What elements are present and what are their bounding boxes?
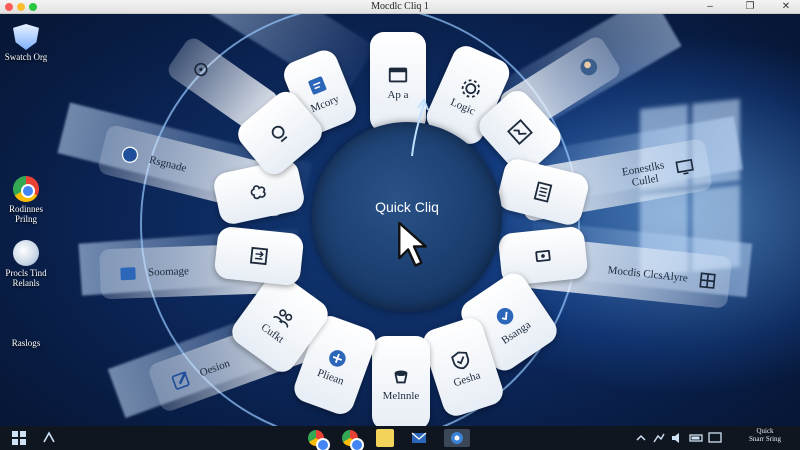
shield-check-icon: [450, 351, 469, 369]
tray-text: Quick Snarr Sring: [748, 427, 782, 443]
plus-badge-icon: [329, 349, 346, 367]
display-icon: [535, 249, 551, 263]
quickcliq-app-icon: [451, 432, 463, 444]
search-icon: [271, 125, 288, 143]
shield-icon: [13, 24, 39, 50]
swap-icon: [249, 246, 269, 266]
chrome-icon: [13, 176, 39, 202]
globe-icon: [13, 240, 39, 266]
window-titlebar: Mocdlc Cliq 1 – ❐ ✕: [0, 0, 800, 14]
taskbar-chrome-icon[interactable]: [308, 430, 330, 450]
cup-icon: [394, 370, 408, 383]
start-icon[interactable]: [10, 429, 28, 447]
tray-network-icon[interactable]: [650, 429, 668, 447]
settings-face-icon: [194, 62, 208, 77]
user-icon: [580, 58, 598, 76]
taskbar-chrome-icon[interactable]: [342, 430, 364, 450]
grid-icon: [699, 272, 716, 289]
globe-icon: [121, 146, 139, 163]
window-title: Mocdlc Cliq 1: [371, 1, 429, 12]
taskbar: Quick Snarr Sring: [0, 426, 800, 450]
mouse-cursor-icon: [398, 221, 427, 267]
restore-icon[interactable]: ❐: [740, 0, 760, 14]
menu-item-melnnle[interactable]: Melnnle: [372, 336, 430, 426]
taskbar-files-icon[interactable]: [376, 429, 394, 447]
desktop-icon-procls[interactable]: Procls Tind Relanls: [0, 240, 56, 288]
list-icon: [533, 181, 553, 203]
pointer-arrow-icon: [411, 98, 429, 157]
tray-volume-icon[interactable]: [668, 429, 686, 447]
close-icon[interactable]: ✕: [776, 0, 796, 14]
tray-chevron-icon[interactable]: [632, 429, 650, 447]
desktop-icon-swatch[interactable]: Swatch Org: [0, 24, 56, 62]
app-window-icon: [388, 67, 408, 82]
desktop: Swatch Org Rodinnes Prilng Procls Tind R…: [0, 14, 800, 426]
menu-item-swap[interactable]: [213, 225, 305, 287]
edit-icon: [171, 371, 190, 390]
taskbar-quickcliq-icon[interactable]: [444, 429, 470, 447]
monitor-icon: [675, 158, 694, 175]
tray-battery-icon[interactable]: [688, 429, 706, 447]
tray-display-icon[interactable]: [706, 429, 724, 447]
desktop-icon-chrome[interactable]: Rodinnes Prilng: [0, 176, 56, 224]
desktop-icon-raslogs[interactable]: Raslogs: [0, 336, 56, 348]
brain-icon: [250, 185, 266, 200]
taskbar-mail-icon[interactable]: [410, 429, 428, 447]
minimize-icon[interactable]: –: [700, 0, 720, 14]
folder-icon: [120, 267, 136, 281]
quick-cliq-title: Quick Cliq: [375, 199, 439, 215]
task-view-icon[interactable]: [40, 429, 58, 447]
chart-icon: [507, 119, 533, 145]
